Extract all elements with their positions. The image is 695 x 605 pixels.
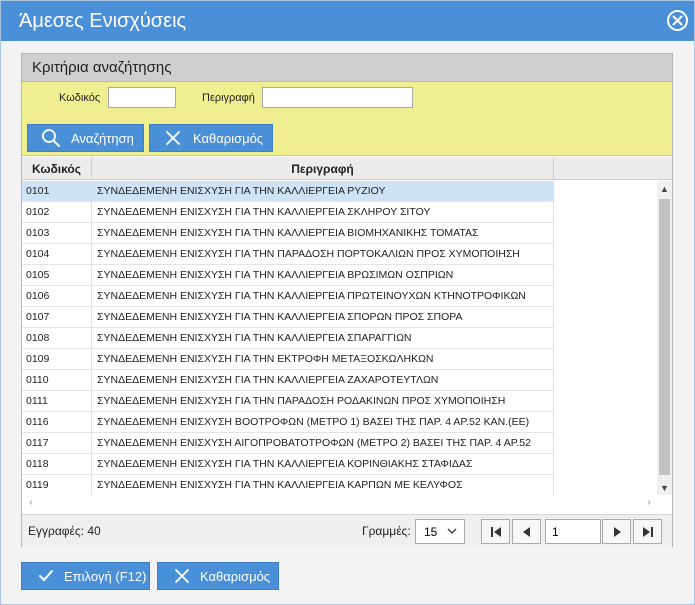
cell-code: 0105 [22,265,92,285]
first-page-button[interactable] [481,519,510,544]
rows-per-page-value: 15 [424,524,438,539]
clear-button[interactable]: Καθαρισμός [157,562,279,590]
vertical-scrollbar[interactable]: ▲ ▼ [657,181,672,495]
table-row[interactable]: 0104 ΣΥΝΔΕΔΕΜΕΝΗ ΕΝΙΣΧΥΣΗ ΓΙΑ ΤΗΝ ΠΑΡΑΔΟΣ… [22,244,554,265]
cell-description: ΣΥΝΔΕΔΕΜΕΝΗ ΕΝΙΣΧΥΣΗ ΓΙΑ ΤΗΝ ΚΑΛΛΙΕΡΓΕΙΑ… [92,454,554,474]
table-row[interactable]: 0101 ΣΥΝΔΕΔΕΜΕΝΗ ΕΝΙΣΧΥΣΗ ΓΙΑ ΤΗΝ ΚΑΛΛΙΕΡ… [22,181,554,202]
cell-code: 0110 [22,370,92,390]
clear-criteria-button[interactable]: Καθαρισμός [149,124,273,152]
cell-description: ΣΥΝΔΕΔΕΜΕΝΗ ΕΝΙΣΧΥΣΗ ΓΙΑ ΤΗΝ ΚΑΛΛΙΕΡΓΕΙΑ… [92,370,554,390]
scroll-up-icon[interactable]: ▲ [657,181,672,196]
cell-description: ΣΥΝΔΕΔΕΜΕΝΗ ΕΝΙΣΧΥΣΗ ΓΙΑ ΤΗΝ ΕΚΤΡΟΦΗ ΜΕΤ… [92,349,554,369]
cell-description: ΣΥΝΔΕΔΕΜΕΝΗ ΕΝΙΣΧΥΣΗ ΓΙΑ ΤΗΝ ΠΑΡΑΔΟΣΗ ΡΟ… [92,391,554,411]
table-row[interactable]: 0105 ΣΥΝΔΕΔΕΜΕΝΗ ΕΝΙΣΧΥΣΗ ΓΙΑ ΤΗΝ ΚΑΛΛΙΕΡ… [22,265,554,286]
title-bar: Άμεσες Ενισχύσεις [1,1,694,41]
cell-code: 0102 [22,202,92,222]
check-icon [38,568,54,584]
cell-code: 0117 [22,433,92,453]
grid-footer: Εγγραφές: 40 Γραμμές: 15 1 [22,514,672,547]
cell-code: 0103 [22,223,92,243]
search-button[interactable]: Αναζήτηση [27,124,144,152]
description-input[interactable] [262,87,413,108]
cell-code: 0116 [22,412,92,432]
previous-page-button[interactable] [512,519,541,544]
criteria-panel: Κωδικός Περιγραφή Αναζήτηση Καθαρισμός [22,82,672,156]
cell-code: 0101 [22,181,92,201]
select-button-label: Επιλογή (F12) [64,568,147,584]
clear-criteria-label: Καθαρισμός [193,130,264,146]
next-page-icon [613,526,621,537]
clear-icon [162,127,184,149]
dialog: Άμεσες Ενισχύσεις Κριτήρια αναζήτησης Κω… [0,0,695,605]
table-row[interactable]: 0119 ΣΥΝΔΕΔΕΜΕΝΗ ΕΝΙΣΧΥΣΗ ΓΙΑ ΤΗΝ ΚΑΛΛΙΕΡ… [22,475,554,496]
cell-description: ΣΥΝΔΕΔΕΜΕΝΗ ΕΝΙΣΧΥΣΗ ΓΙΑ ΤΗΝ ΚΑΛΛΙΕΡΓΕΙΑ… [92,265,554,285]
horizontal-scrollbar[interactable]: ‹ › [22,495,672,509]
previous-page-icon [522,526,530,537]
search-button-label: Αναζήτηση [71,130,134,146]
table-row[interactable]: 0107 ΣΥΝΔΕΔΕΜΕΝΗ ΕΝΙΣΧΥΣΗ ΓΙΑ ΤΗΝ ΚΑΛΛΙΕΡ… [22,307,554,328]
grid-rows: 0101 ΣΥΝΔΕΔΕΜΕΝΗ ΕΝΙΣΧΥΣΗ ΓΙΑ ΤΗΝ ΚΑΛΛΙΕΡ… [22,181,554,496]
last-page-icon [642,526,653,537]
page-number-value: 1 [552,524,559,539]
scroll-right-icon[interactable]: › [642,495,656,509]
criteria-title: Κριτήρια αναζήτησης [32,59,172,76]
table-row[interactable]: 0109 ΣΥΝΔΕΔΕΜΕΝΗ ΕΝΙΣΧΥΣΗ ΓΙΑ ΤΗΝ ΕΚΤΡΟΦΗ… [22,349,554,370]
window-title: Άμεσες Ενισχύσεις [19,9,187,32]
criteria-header: Κριτήρια αναζήτησης [22,54,672,82]
page-number-input[interactable]: 1 [545,519,601,544]
column-header-description[interactable]: Περιγραφή [92,157,554,180]
rows-per-page-select[interactable]: 15 [415,519,465,544]
code-label: Κωδικός [59,92,101,104]
clear-button-label: Καθαρισμός [200,568,271,584]
results-grid: Κωδικός Περιγραφή 0101 ΣΥΝΔΕΔΕΜΕΝΗ ΕΝΙΣΧΥ… [22,157,672,509]
table-row[interactable]: 0118 ΣΥΝΔΕΔΕΜΕΝΗ ΕΝΙΣΧΥΣΗ ΓΙΑ ΤΗΝ ΚΑΛΛΙΕΡ… [22,454,554,475]
description-label: Περιγραφή [202,92,255,104]
table-row[interactable]: 0108 ΣΥΝΔΕΔΕΜΕΝΗ ΕΝΙΣΧΥΣΗ ΓΙΑ ΤΗΝ ΚΑΛΛΙΕΡ… [22,328,554,349]
close-button[interactable] [667,10,688,31]
rows-per-page-label: Γραμμές: [362,524,411,538]
cell-description: ΣΥΝΔΕΔΕΜΕΝΗ ΕΝΙΣΧΥΣΗ ΓΙΑ ΤΗΝ ΚΑΛΛΙΕΡΓΕΙΑ… [92,307,554,327]
content-panel: Κριτήρια αναζήτησης Κωδικός Περιγραφή Αν… [21,53,673,547]
table-row[interactable]: 0103 ΣΥΝΔΕΔΕΜΕΝΗ ΕΝΙΣΧΥΣΗ ΓΙΑ ΤΗΝ ΚΑΛΛΙΕΡ… [22,223,554,244]
cell-code: 0109 [22,349,92,369]
cell-description: ΣΥΝΔΕΔΕΜΕΝΗ ΕΝΙΣΧΥΣΗ ΓΙΑ ΤΗΝ ΚΑΛΛΙΕΡΓΕΙΑ… [92,286,554,306]
scroll-left-icon[interactable]: ‹ [24,495,38,509]
code-input[interactable] [108,87,176,108]
table-row[interactable]: 0110 ΣΥΝΔΕΔΕΜΕΝΗ ΕΝΙΣΧΥΣΗ ΓΙΑ ΤΗΝ ΚΑΛΛΙΕΡ… [22,370,554,391]
table-row[interactable]: 0102 ΣΥΝΔΕΔΕΜΕΝΗ ΕΝΙΣΧΥΣΗ ΓΙΑ ΤΗΝ ΚΑΛΛΙΕΡ… [22,202,554,223]
cell-description: ΣΥΝΔΕΔΕΜΕΝΗ ΕΝΙΣΧΥΣΗ ΓΙΑ ΤΗΝ ΚΑΛΛΙΕΡΓΕΙΑ… [92,223,554,243]
grid-header: Κωδικός Περιγραφή [22,157,672,180]
cell-description: ΣΥΝΔΕΔΕΜΕΝΗ ΕΝΙΣΧΥΣΗ ΓΙΑ ΤΗΝ ΠΑΡΑΔΟΣΗ ΠΟ… [92,244,554,264]
cell-description: ΣΥΝΔΕΔΕΜΕΝΗ ΕΝΙΣΧΥΣΗ ΒΟΟΤΡΟΦΩΝ (ΜΕΤΡΟ 1)… [92,412,554,432]
cell-code: 0108 [22,328,92,348]
records-count: Εγγραφές: 40 [28,524,101,538]
scrollbar-thumb[interactable] [659,199,670,475]
cell-code: 0119 [22,475,92,495]
select-button[interactable]: Επιλογή (F12) [21,562,150,590]
cell-code: 0104 [22,244,92,264]
cell-description: ΣΥΝΔΕΔΕΜΕΝΗ ΕΝΙΣΧΥΣΗ ΑΙΓΟΠΡΟΒΑΤΟΤΡΟΦΩΝ (… [92,433,554,453]
next-page-button[interactable] [602,519,631,544]
cell-description: ΣΥΝΔΕΔΕΜΕΝΗ ΕΝΙΣΧΥΣΗ ΓΙΑ ΤΗΝ ΚΑΛΛΙΕΡΓΕΙΑ… [92,475,554,495]
cell-code: 0106 [22,286,92,306]
last-page-button[interactable] [633,519,662,544]
close-icon [672,15,683,26]
table-row[interactable]: 0111 ΣΥΝΔΕΔΕΜΕΝΗ ΕΝΙΣΧΥΣΗ ΓΙΑ ΤΗΝ ΠΑΡΑΔΟΣ… [22,391,554,412]
first-page-icon [490,526,501,537]
table-row[interactable]: 0106 ΣΥΝΔΕΔΕΜΕΝΗ ΕΝΙΣΧΥΣΗ ΓΙΑ ΤΗΝ ΚΑΛΛΙΕΡ… [22,286,554,307]
cell-description: ΣΥΝΔΕΔΕΜΕΝΗ ΕΝΙΣΧΥΣΗ ΓΙΑ ΤΗΝ ΚΑΛΛΙΕΡΓΕΙΑ… [92,202,554,222]
clear-icon [174,568,190,584]
scroll-down-icon[interactable]: ▼ [657,480,672,495]
chevron-down-icon [447,528,457,535]
cell-code: 0107 [22,307,92,327]
cell-description: ΣΥΝΔΕΔΕΜΕΝΗ ΕΝΙΣΧΥΣΗ ΓΙΑ ΤΗΝ ΚΑΛΛΙΕΡΓΕΙΑ… [92,181,554,201]
cell-code: 0111 [22,391,92,411]
search-icon [40,127,62,149]
cell-code: 0118 [22,454,92,474]
table-row[interactable]: 0116 ΣΥΝΔΕΔΕΜΕΝΗ ΕΝΙΣΧΥΣΗ ΒΟΟΤΡΟΦΩΝ (ΜΕΤΡ… [22,412,554,433]
table-row[interactable]: 0117 ΣΥΝΔΕΔΕΜΕΝΗ ΕΝΙΣΧΥΣΗ ΑΙΓΟΠΡΟΒΑΤΟΤΡΟΦ… [22,433,554,454]
column-header-code[interactable]: Κωδικός [22,157,92,180]
cell-description: ΣΥΝΔΕΔΕΜΕΝΗ ΕΝΙΣΧΥΣΗ ΓΙΑ ΤΗΝ ΚΑΛΛΙΕΡΓΕΙΑ… [92,328,554,348]
